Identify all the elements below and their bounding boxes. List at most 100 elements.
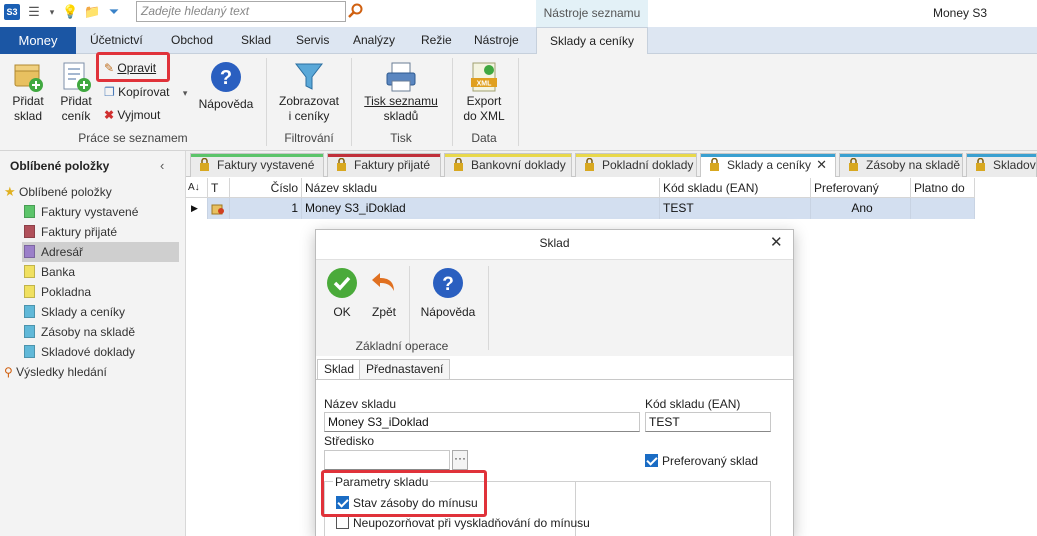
sidebar-item-banka[interactable]: Banka	[24, 262, 204, 282]
center-label: Středisko	[324, 434, 375, 448]
doc-tab-skladove[interactable]: Skladové	[966, 153, 1037, 177]
context-tab-group-label: Nástroje seznamu	[536, 0, 648, 27]
tab-nastroje[interactable]: Nástroje	[474, 27, 519, 54]
document-icon	[24, 225, 35, 238]
cell-name[interactable]: Money S3_iDoklad	[302, 198, 660, 219]
code-field[interactable]: TEST	[645, 412, 771, 432]
sidebar-item-zasoby-na-sklade[interactable]: Zásoby na skladě	[24, 322, 204, 342]
lock-icon	[976, 158, 985, 171]
favorites-root[interactable]: ★ Oblíbené položky	[4, 182, 184, 202]
doc-tab-bankovni-doklady[interactable]: Bankovní doklady	[444, 153, 572, 177]
menu-icon[interactable]: ☰	[26, 4, 42, 20]
document-icon	[24, 265, 35, 278]
dialog-help-button[interactable]: ? Nápověda	[418, 267, 478, 320]
add-pricelist-icon	[63, 62, 91, 92]
favorites-root-label: Oblíbené položky	[19, 185, 112, 199]
edit-label: Opravit	[117, 61, 157, 75]
ok-button[interactable]: OK	[323, 267, 361, 320]
show-pricelists-button[interactable]: Zobrazovat i ceníky	[276, 60, 342, 124]
cell-number[interactable]: 1	[230, 198, 302, 219]
doc-tab-sklady-a-ceniky[interactable]: Sklady a ceníky ✕	[700, 153, 836, 178]
center-browse-button[interactable]: ···	[452, 450, 468, 470]
group-separator	[452, 58, 453, 146]
sidebar-item-faktury-prijate[interactable]: Faktury přijaté	[24, 222, 204, 242]
doc-tab-label: Pokladní doklady	[602, 158, 694, 172]
sidebar-item-label: Faktury přijaté	[41, 225, 118, 239]
sidebar-item-label: Faktury vystavené	[41, 205, 139, 219]
tab-analyzy[interactable]: Analýzy	[353, 27, 395, 54]
folder-icon[interactable]: 📁	[84, 4, 100, 20]
chevron-down-icon[interactable]: ▾	[44, 4, 60, 20]
show-pricelists-label-1: Zobrazovat	[278, 94, 340, 108]
sidebar-item-adresar[interactable]: Adresář	[22, 242, 179, 262]
help-button[interactable]: ? Nápověda	[196, 60, 256, 112]
collapse-panel-icon[interactable]: ‹	[160, 158, 164, 173]
tab-ucetnictvi[interactable]: Účetnictví	[90, 27, 143, 54]
column-header-number[interactable]: Číslo	[230, 178, 302, 198]
column-header-name[interactable]: Název skladu	[302, 178, 660, 198]
tab-rezie[interactable]: Režie	[421, 27, 452, 54]
group-label-basic: Základní operace	[355, 339, 449, 353]
document-icon	[24, 285, 35, 298]
name-field[interactable]: Money S3_iDoklad	[324, 412, 640, 432]
print-list-label-2: skladů	[383, 109, 419, 123]
cell-valid-to[interactable]	[911, 198, 975, 219]
lightbulb-icon[interactable]: 💡	[62, 4, 78, 20]
print-list-button[interactable]: Tisk seznamu skladů	[360, 60, 442, 124]
print-icon	[386, 62, 416, 92]
close-icon[interactable]: ✕	[770, 233, 783, 251]
cell-preferred[interactable]: Ano	[811, 198, 911, 219]
doc-tab-faktury-prijate[interactable]: Faktury přijaté	[327, 153, 441, 177]
tab-sklad[interactable]: Sklad	[241, 27, 271, 54]
checkmark-icon	[327, 268, 357, 298]
print-list-label-1: Tisk seznamu	[364, 94, 438, 108]
app-title: Money S3	[933, 6, 988, 20]
column-header-type[interactable]: T	[208, 178, 230, 198]
search-input[interactable]: Zadejte hledaný text	[136, 1, 346, 22]
center-field[interactable]	[324, 450, 450, 470]
close-tab-icon[interactable]: ✕	[816, 154, 827, 176]
pencil-icon: ✎	[104, 61, 115, 75]
app-logo[interactable]: S3	[4, 4, 20, 20]
table-row[interactable]	[208, 198, 230, 219]
no-warn-checkbox[interactable]: Neupozorňovat při vyskladňování do mínus…	[336, 516, 590, 530]
sidebar-item-pokladna[interactable]: Pokladna	[24, 282, 204, 302]
cut-button[interactable]: ✖ Vyjmout	[104, 106, 160, 124]
tab-sklad-dialog[interactable]: Sklad	[317, 359, 362, 380]
add-warehouse-button[interactable]: Přidat sklad	[6, 60, 50, 124]
search-icon[interactable]	[348, 3, 366, 21]
preferred-checkbox[interactable]: Preferovaný sklad	[645, 454, 758, 468]
sidebar-item-skladove-doklady[interactable]: Skladové doklady	[24, 342, 204, 362]
sidebar-item-search-results[interactable]: ⚲ Výsledky hledání	[4, 362, 184, 382]
cell-code[interactable]: TEST	[660, 198, 811, 219]
export-xml-button[interactable]: XML Export do XML	[458, 60, 510, 124]
group-label-list: Práce se seznamem	[78, 131, 188, 145]
back-button[interactable]: Zpět	[366, 267, 402, 320]
column-header-valid-to[interactable]: Platno do	[911, 178, 975, 198]
chevron-down-icon[interactable]: ▾	[183, 88, 188, 98]
sort-icon[interactable]: A↓	[186, 178, 208, 198]
lock-icon	[454, 158, 463, 171]
filter-icon[interactable]: ⏷	[106, 4, 122, 20]
money-menu-button[interactable]: Money	[0, 27, 76, 54]
tab-prednastaveni[interactable]: Přednastavení	[359, 359, 451, 379]
name-label: Název skladu	[324, 397, 397, 411]
tab-sklady-a-ceniky[interactable]: Sklady a ceníky	[536, 27, 648, 55]
column-header-preferred[interactable]: Preferovaný sklad	[811, 178, 911, 215]
add-warehouse-icon	[14, 64, 43, 92]
edit-button[interactable]: ✎ Opravit	[104, 59, 156, 77]
column-header-code[interactable]: Kód skladu (EAN)	[660, 178, 811, 198]
show-pricelists-label-2: i ceníky	[288, 109, 330, 123]
doc-tab-faktury-vystavene[interactable]: Faktury vystavené	[190, 153, 324, 177]
copy-button[interactable]: ❐ Kopírovat ▾	[104, 83, 187, 101]
tab-color-strip	[191, 154, 323, 157]
sidebar-item-faktury-vystavene[interactable]: Faktury vystavené	[24, 202, 204, 222]
doc-tab-zasoby-na-sklade[interactable]: Zásoby na skladě	[839, 153, 963, 177]
add-pricelist-button[interactable]: Přidat ceník	[54, 60, 98, 124]
sidebar-item-sklady-a-ceniky[interactable]: Sklady a ceníky	[24, 302, 204, 322]
doc-tab-pokladni-doklady[interactable]: Pokladní doklady	[575, 153, 697, 177]
tab-servis[interactable]: Servis	[296, 27, 329, 54]
tab-obchod[interactable]: Obchod	[171, 27, 213, 54]
lock-icon	[337, 158, 346, 171]
doc-tab-label: Sklady a ceníky	[727, 158, 812, 172]
